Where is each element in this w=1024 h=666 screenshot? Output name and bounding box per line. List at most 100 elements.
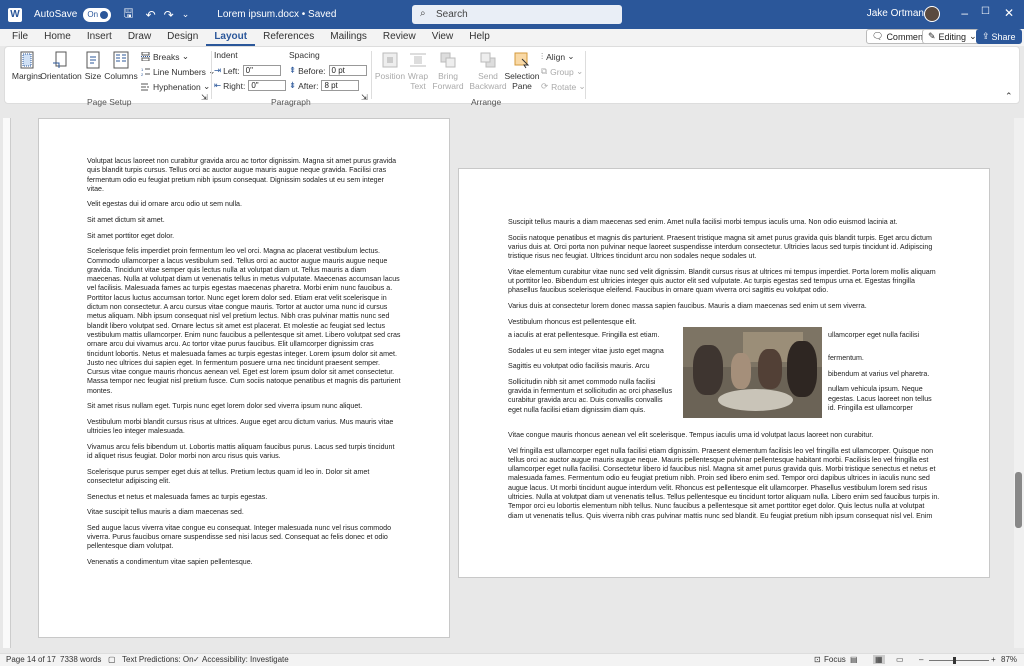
margins-button[interactable]: Margins: [11, 51, 43, 81]
right-page-text-bottom[interactable]: Vitae congue mauris rhoncus aenean vel e…: [508, 431, 940, 527]
spacing-after-input[interactable]: 8 pt: [321, 80, 360, 91]
tab-help[interactable]: Help: [461, 29, 498, 46]
zoom-level[interactable]: 87%: [1001, 655, 1017, 664]
hyphenation-label: Hyphenation: [153, 81, 201, 92]
editing-label: Editing: [938, 31, 967, 42]
zoom-slider-thumb[interactable]: [953, 657, 956, 664]
zoom-in-icon[interactable]: +: [991, 655, 996, 664]
tab-view[interactable]: View: [424, 29, 462, 46]
avatar[interactable]: [924, 6, 940, 22]
focus-button[interactable]: Focus: [824, 655, 846, 664]
scrollbar-thumb[interactable]: [1015, 472, 1022, 528]
position-icon: [382, 52, 398, 68]
selection-pane-button[interactable]: Selection Pane: [505, 51, 539, 91]
wrap-text-left-column[interactable]: a iaculis at erat pellentesque. Fringill…: [508, 331, 676, 421]
wrap-text-button[interactable]: Wrap Text: [405, 51, 431, 91]
paragraph-launcher-icon[interactable]: ⇲: [361, 93, 368, 102]
margins-icon: [20, 51, 34, 69]
save-icon[interactable]: 🖫: [123, 4, 133, 25]
tab-file[interactable]: File: [4, 29, 36, 46]
share-icon: ⇪: [982, 31, 990, 41]
paragraph: nullam vehicula ipsum. Neque egestas. La…: [828, 385, 932, 413]
line-numbers-button[interactable]: 12 Line Numbers ⌄: [141, 66, 215, 77]
left-page-text[interactable]: Volutpat lacus laoreet non curabitur gra…: [87, 157, 401, 574]
hyphenation-button[interactable]: Hyphenation ⌄: [141, 81, 210, 92]
paragraph: Senectus et netus et malesuada fames ac …: [87, 492, 268, 501]
proofing-icon[interactable]: ▢: [108, 655, 116, 664]
paragraph: a iaculis at erat pellentesque. Fringill…: [508, 331, 660, 339]
status-bar: Page 14 of 17 7338 words ▢ Text Predicti…: [0, 653, 1024, 666]
maximize-icon[interactable]: ☐: [981, 6, 990, 17]
customize-qat-icon[interactable]: ⌄: [182, 9, 190, 20]
vertical-scrollbar[interactable]: [1014, 118, 1024, 648]
paragraph: Sit amet porttitor eget dolor.: [87, 231, 175, 240]
paragraph: Sed augue lacus viverra vitae congue eu …: [87, 523, 392, 551]
zoom-slider[interactable]: [929, 660, 989, 661]
indent-left-input[interactable]: 0": [242, 65, 281, 76]
rotate-button[interactable]: ⟳ Rotate ⌄: [541, 81, 586, 92]
paragraph: Sagittis eu volutpat odio facilisis maur…: [508, 362, 650, 371]
tab-home[interactable]: Home: [36, 29, 79, 46]
user-name[interactable]: Jake Ortman: [867, 8, 924, 19]
share-button[interactable]: ⇪ Share: [976, 29, 1022, 44]
spacing-before-field[interactable]: ⇞ Before: 0 pt: [289, 65, 367, 76]
paragraph: Vitae congue mauris rhoncus aenean vel e…: [508, 431, 874, 439]
inserted-photo[interactable]: [683, 327, 822, 418]
margins-label: Margins: [11, 71, 43, 81]
redo-icon[interactable]: ↷: [164, 8, 174, 22]
search-placeholder: Search: [436, 9, 468, 20]
text-predictions[interactable]: Text Predictions: On: [122, 655, 194, 664]
wrap-text-right-column[interactable]: ullamcorper eget nulla facilisi fermentu…: [828, 331, 940, 420]
tab-draw[interactable]: Draw: [120, 29, 159, 46]
page-setup-launcher-icon[interactable]: ⇲: [201, 93, 208, 102]
editing-mode-button[interactable]: ✎ Editing ⌄: [922, 29, 983, 44]
spacing-before-input[interactable]: 0 pt: [328, 65, 367, 76]
line-numbers-icon: 12: [141, 67, 150, 76]
indent-right-input[interactable]: 0": [248, 80, 287, 91]
word-count[interactable]: 7338 words: [60, 655, 101, 664]
print-layout-icon[interactable]: ▦: [873, 655, 885, 664]
right-page-text-top[interactable]: Suscipit tellus mauris a diam maecenas s…: [508, 218, 940, 333]
accessibility-status[interactable]: Accessibility: Investigate: [202, 655, 289, 664]
breaks-button[interactable]: Breaks ⌄: [141, 51, 189, 62]
tab-references[interactable]: References: [255, 29, 322, 46]
indent-left-field[interactable]: ⇥ Left: 0": [214, 65, 281, 76]
send-backward-icon: [480, 52, 496, 68]
group-button[interactable]: ⧉ Group ⌄: [541, 66, 583, 77]
selection-pane-label: Selection Pane: [504, 71, 540, 91]
close-icon[interactable]: ✕: [1004, 6, 1014, 20]
tab-mailings[interactable]: Mailings: [322, 29, 375, 46]
focus-icon: ⊡: [814, 655, 821, 664]
group-icon: ⧉: [541, 66, 548, 76]
wrap-text-icon: [410, 53, 426, 67]
spacing-after-field[interactable]: ⇟ After: 8 pt: [289, 80, 360, 91]
bring-forward-button[interactable]: Bring Forward: [431, 51, 465, 91]
paragraph: Suscipit tellus mauris a diam maecenas s…: [508, 218, 898, 226]
rotate-icon: ⟳: [541, 81, 549, 91]
columns-button[interactable]: Columns: [104, 51, 138, 81]
align-icon: ⫶: [541, 51, 544, 61]
comment-icon: 🗨: [872, 31, 884, 41]
tab-design[interactable]: Design: [159, 29, 206, 46]
web-layout-icon[interactable]: ▭: [896, 655, 904, 664]
orientation-button[interactable]: Orientation: [40, 51, 82, 81]
tab-layout[interactable]: Layout: [206, 29, 256, 46]
paragraph-group-label: Paragraph: [271, 97, 311, 107]
minimize-icon[interactable]: –: [961, 6, 968, 20]
send-backward-button[interactable]: Send Backward: [469, 51, 507, 91]
zoom-out-icon[interactable]: –: [919, 655, 923, 664]
undo-icon[interactable]: ↶: [146, 8, 156, 22]
read-mode-icon[interactable]: ▤: [850, 655, 858, 664]
autosave-toggle[interactable]: On: [83, 7, 112, 22]
collapse-ribbon-icon[interactable]: ⌃: [1005, 91, 1013, 102]
tab-review[interactable]: Review: [375, 29, 424, 46]
page-count[interactable]: Page 14 of 17: [6, 655, 56, 664]
spacing-after-icon: ⇟: [289, 80, 297, 90]
document-title[interactable]: Lorem ipsum.docx • Saved: [217, 9, 336, 20]
indent-right-field[interactable]: ⇤ Right: 0": [214, 80, 287, 91]
paragraph: Vestibulum rhoncus est pellentesque elit…: [508, 317, 637, 326]
tab-insert[interactable]: Insert: [79, 29, 120, 46]
position-button[interactable]: Position: [375, 51, 405, 81]
search-input[interactable]: ⌕ Search: [412, 5, 622, 24]
align-button[interactable]: ⫶ Align ⌄: [541, 51, 575, 62]
